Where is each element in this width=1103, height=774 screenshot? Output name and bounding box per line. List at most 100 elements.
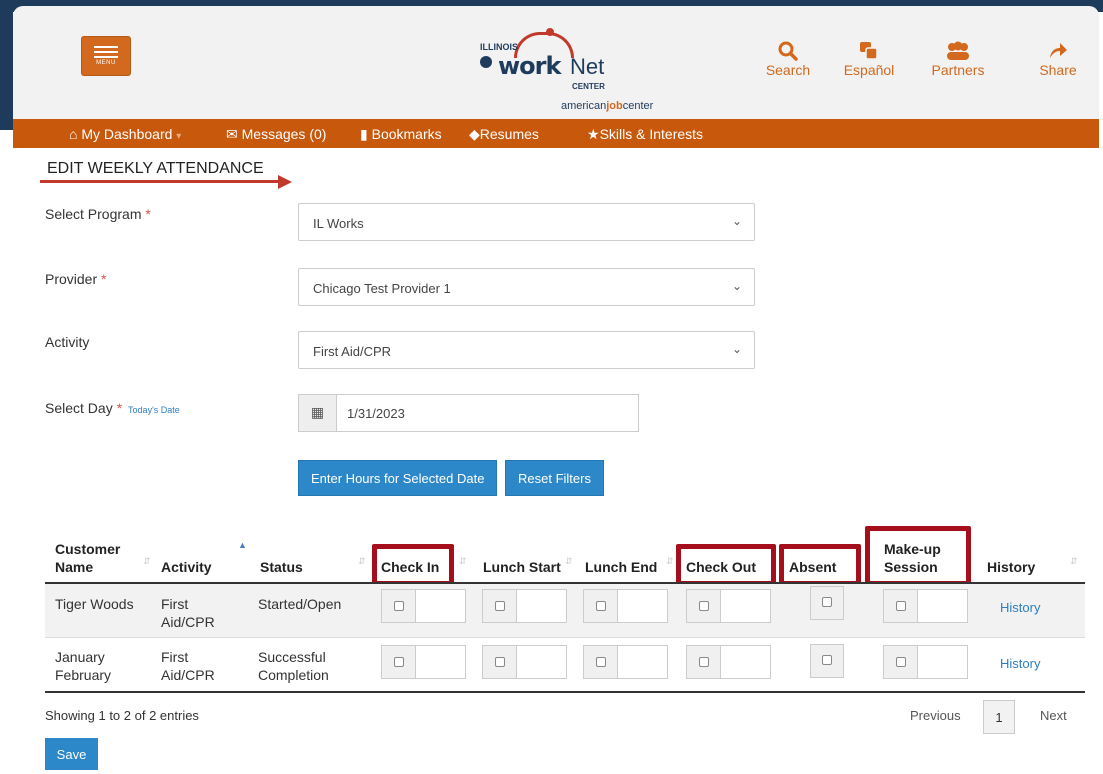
history-link[interactable]: History xyxy=(1000,655,1040,673)
activity-cell: First Aid/CPR xyxy=(161,596,215,630)
absent-checkbox[interactable] xyxy=(810,644,844,678)
lunch-start-control[interactable] xyxy=(482,645,567,679)
header-status[interactable]: Status xyxy=(260,558,303,576)
makeup-control[interactable] xyxy=(883,589,968,623)
program-label: Select Program * xyxy=(45,206,151,222)
chevron-down-icon: ⌄ xyxy=(731,214,742,228)
lunch-end-control[interactable] xyxy=(583,589,668,623)
partners-link[interactable]: Partners xyxy=(925,40,991,78)
status-cell: Successful Completion xyxy=(258,649,329,683)
check-in-checkbox[interactable] xyxy=(382,590,416,622)
lunch-end-control[interactable] xyxy=(583,645,668,679)
menu-button[interactable]: MENU xyxy=(81,36,131,76)
header-lunch-end[interactable]: Lunch End xyxy=(585,558,657,576)
logo-work-text: work xyxy=(498,52,561,80)
calendar-icon[interactable]: ▦ xyxy=(299,395,337,431)
highlight-check-out xyxy=(676,544,776,586)
activity-value: First Aid/CPR xyxy=(313,344,392,359)
illinois-worknet-logo[interactable]: ILLINOIS work Net CENTER americanjobcent… xyxy=(468,26,708,116)
makeup-checkbox[interactable] xyxy=(884,590,918,622)
enter-hours-button[interactable]: Enter Hours for Selected Date xyxy=(298,460,498,496)
nav-skills-interests[interactable]: ★Skills & Interests xyxy=(587,126,703,143)
logo-center-text: CENTER xyxy=(572,82,605,91)
sort-icon: ⇵ xyxy=(1070,556,1078,566)
header-customer-name[interactable]: Customer Name xyxy=(55,540,135,576)
bookmark-icon: ▮ xyxy=(360,126,368,142)
nav-dashboard-label: My Dashboard xyxy=(81,126,173,142)
page-1-button[interactable]: 1 xyxy=(983,700,1015,734)
absent-checkbox[interactable] xyxy=(810,586,844,620)
star-icon: ★ xyxy=(587,126,600,142)
highlight-absent xyxy=(779,544,861,586)
check-out-control[interactable] xyxy=(686,589,771,623)
makeup-control[interactable] xyxy=(883,645,968,679)
espanol-label: Español xyxy=(843,62,895,78)
todays-date-link[interactable]: Today's Date xyxy=(128,405,180,415)
program-select[interactable]: IL Works ⌄ xyxy=(298,203,755,241)
sort-asc-icon: ▲ xyxy=(238,540,247,550)
lunch-start-control[interactable] xyxy=(482,589,567,623)
nav-messages[interactable]: ✉ Messages (0) xyxy=(226,126,326,143)
sort-icon: ⇵ xyxy=(459,556,467,566)
header-activity[interactable]: Activity xyxy=(161,558,212,576)
check-out-control[interactable] xyxy=(686,645,771,679)
customer-name-cell: January February xyxy=(55,649,112,683)
check-in-control[interactable] xyxy=(381,589,466,623)
check-out-checkbox[interactable] xyxy=(687,590,721,622)
window-frame-left xyxy=(0,0,13,130)
table-row: January February First Aid/CPR Successfu… xyxy=(45,637,1085,691)
search-link[interactable]: Search xyxy=(763,40,813,78)
provider-select[interactable]: Chicago Test Provider 1 ⌄ xyxy=(298,268,755,306)
logo-net-text: Net xyxy=(570,54,605,79)
search-label: Search xyxy=(765,62,811,78)
share-link[interactable]: Share xyxy=(1033,40,1083,78)
nav-bookmarks[interactable]: ▮ Bookmarks xyxy=(360,126,442,143)
lunch-end-checkbox[interactable] xyxy=(584,590,618,622)
reset-filters-button[interactable]: Reset Filters xyxy=(505,460,604,496)
check-in-control[interactable] xyxy=(381,645,466,679)
logo-circle xyxy=(480,56,492,68)
provider-label: Provider * xyxy=(45,271,107,287)
hamburger-icon xyxy=(94,46,118,58)
menu-label: MENU xyxy=(96,60,116,66)
table-row: Tiger Woods First Aid/CPR Started/Open H… xyxy=(45,584,1085,638)
sort-icon: ⇵ xyxy=(143,556,151,566)
diamond-icon: ◆ xyxy=(469,126,480,142)
next-page-button[interactable]: Next xyxy=(1040,708,1067,723)
date-input[interactable]: ▦ 1/31/2023 xyxy=(298,394,639,432)
home-icon: ⌂ xyxy=(69,126,78,142)
activity-select[interactable]: First Aid/CPR ⌄ xyxy=(298,331,755,369)
nav-skills-label: Skills & Interests xyxy=(599,126,704,142)
header-lunch-start[interactable]: Lunch Start xyxy=(483,558,561,576)
partners-label: Partners xyxy=(931,62,985,78)
check-in-checkbox[interactable] xyxy=(382,646,416,678)
chevron-down-icon: ⌄ xyxy=(731,342,742,356)
search-icon xyxy=(763,40,813,62)
annotation-arrow-head xyxy=(278,175,292,189)
page-title: EDIT WEEKLY ATTENDANCE xyxy=(47,160,264,177)
nav-resumes[interactable]: ◆Resumes xyxy=(469,126,539,143)
lunch-end-checkbox[interactable] xyxy=(584,646,618,678)
highlight-makeup-session xyxy=(865,526,971,586)
espanol-link[interactable]: Español xyxy=(839,40,899,78)
partners-icon xyxy=(925,40,991,62)
lunch-start-checkbox[interactable] xyxy=(483,646,517,678)
save-button[interactable]: Save xyxy=(45,738,98,770)
table-footer-divider xyxy=(45,691,1085,693)
share-icon xyxy=(1033,40,1083,62)
nav-my-dashboard[interactable]: ⌂ My Dashboard ▾ xyxy=(69,126,181,142)
program-value: IL Works xyxy=(313,216,364,231)
site-header: MENU ILLINOIS work Net CENTER americanjo… xyxy=(13,6,1099,119)
history-link[interactable]: History xyxy=(1000,599,1040,617)
annotation-arrow-line xyxy=(40,180,280,183)
date-value: 1/31/2023 xyxy=(347,406,405,421)
makeup-checkbox[interactable] xyxy=(884,646,918,678)
logo-illinois-text: ILLINOIS xyxy=(480,42,518,52)
day-label: Select Day * Today's Date xyxy=(45,400,180,416)
espanol-icon xyxy=(839,40,899,62)
activity-cell: First Aid/CPR xyxy=(161,649,215,683)
check-out-checkbox[interactable] xyxy=(687,646,721,678)
header-history[interactable]: History xyxy=(987,558,1035,576)
previous-page-button[interactable]: Previous xyxy=(910,708,961,723)
lunch-start-checkbox[interactable] xyxy=(483,590,517,622)
